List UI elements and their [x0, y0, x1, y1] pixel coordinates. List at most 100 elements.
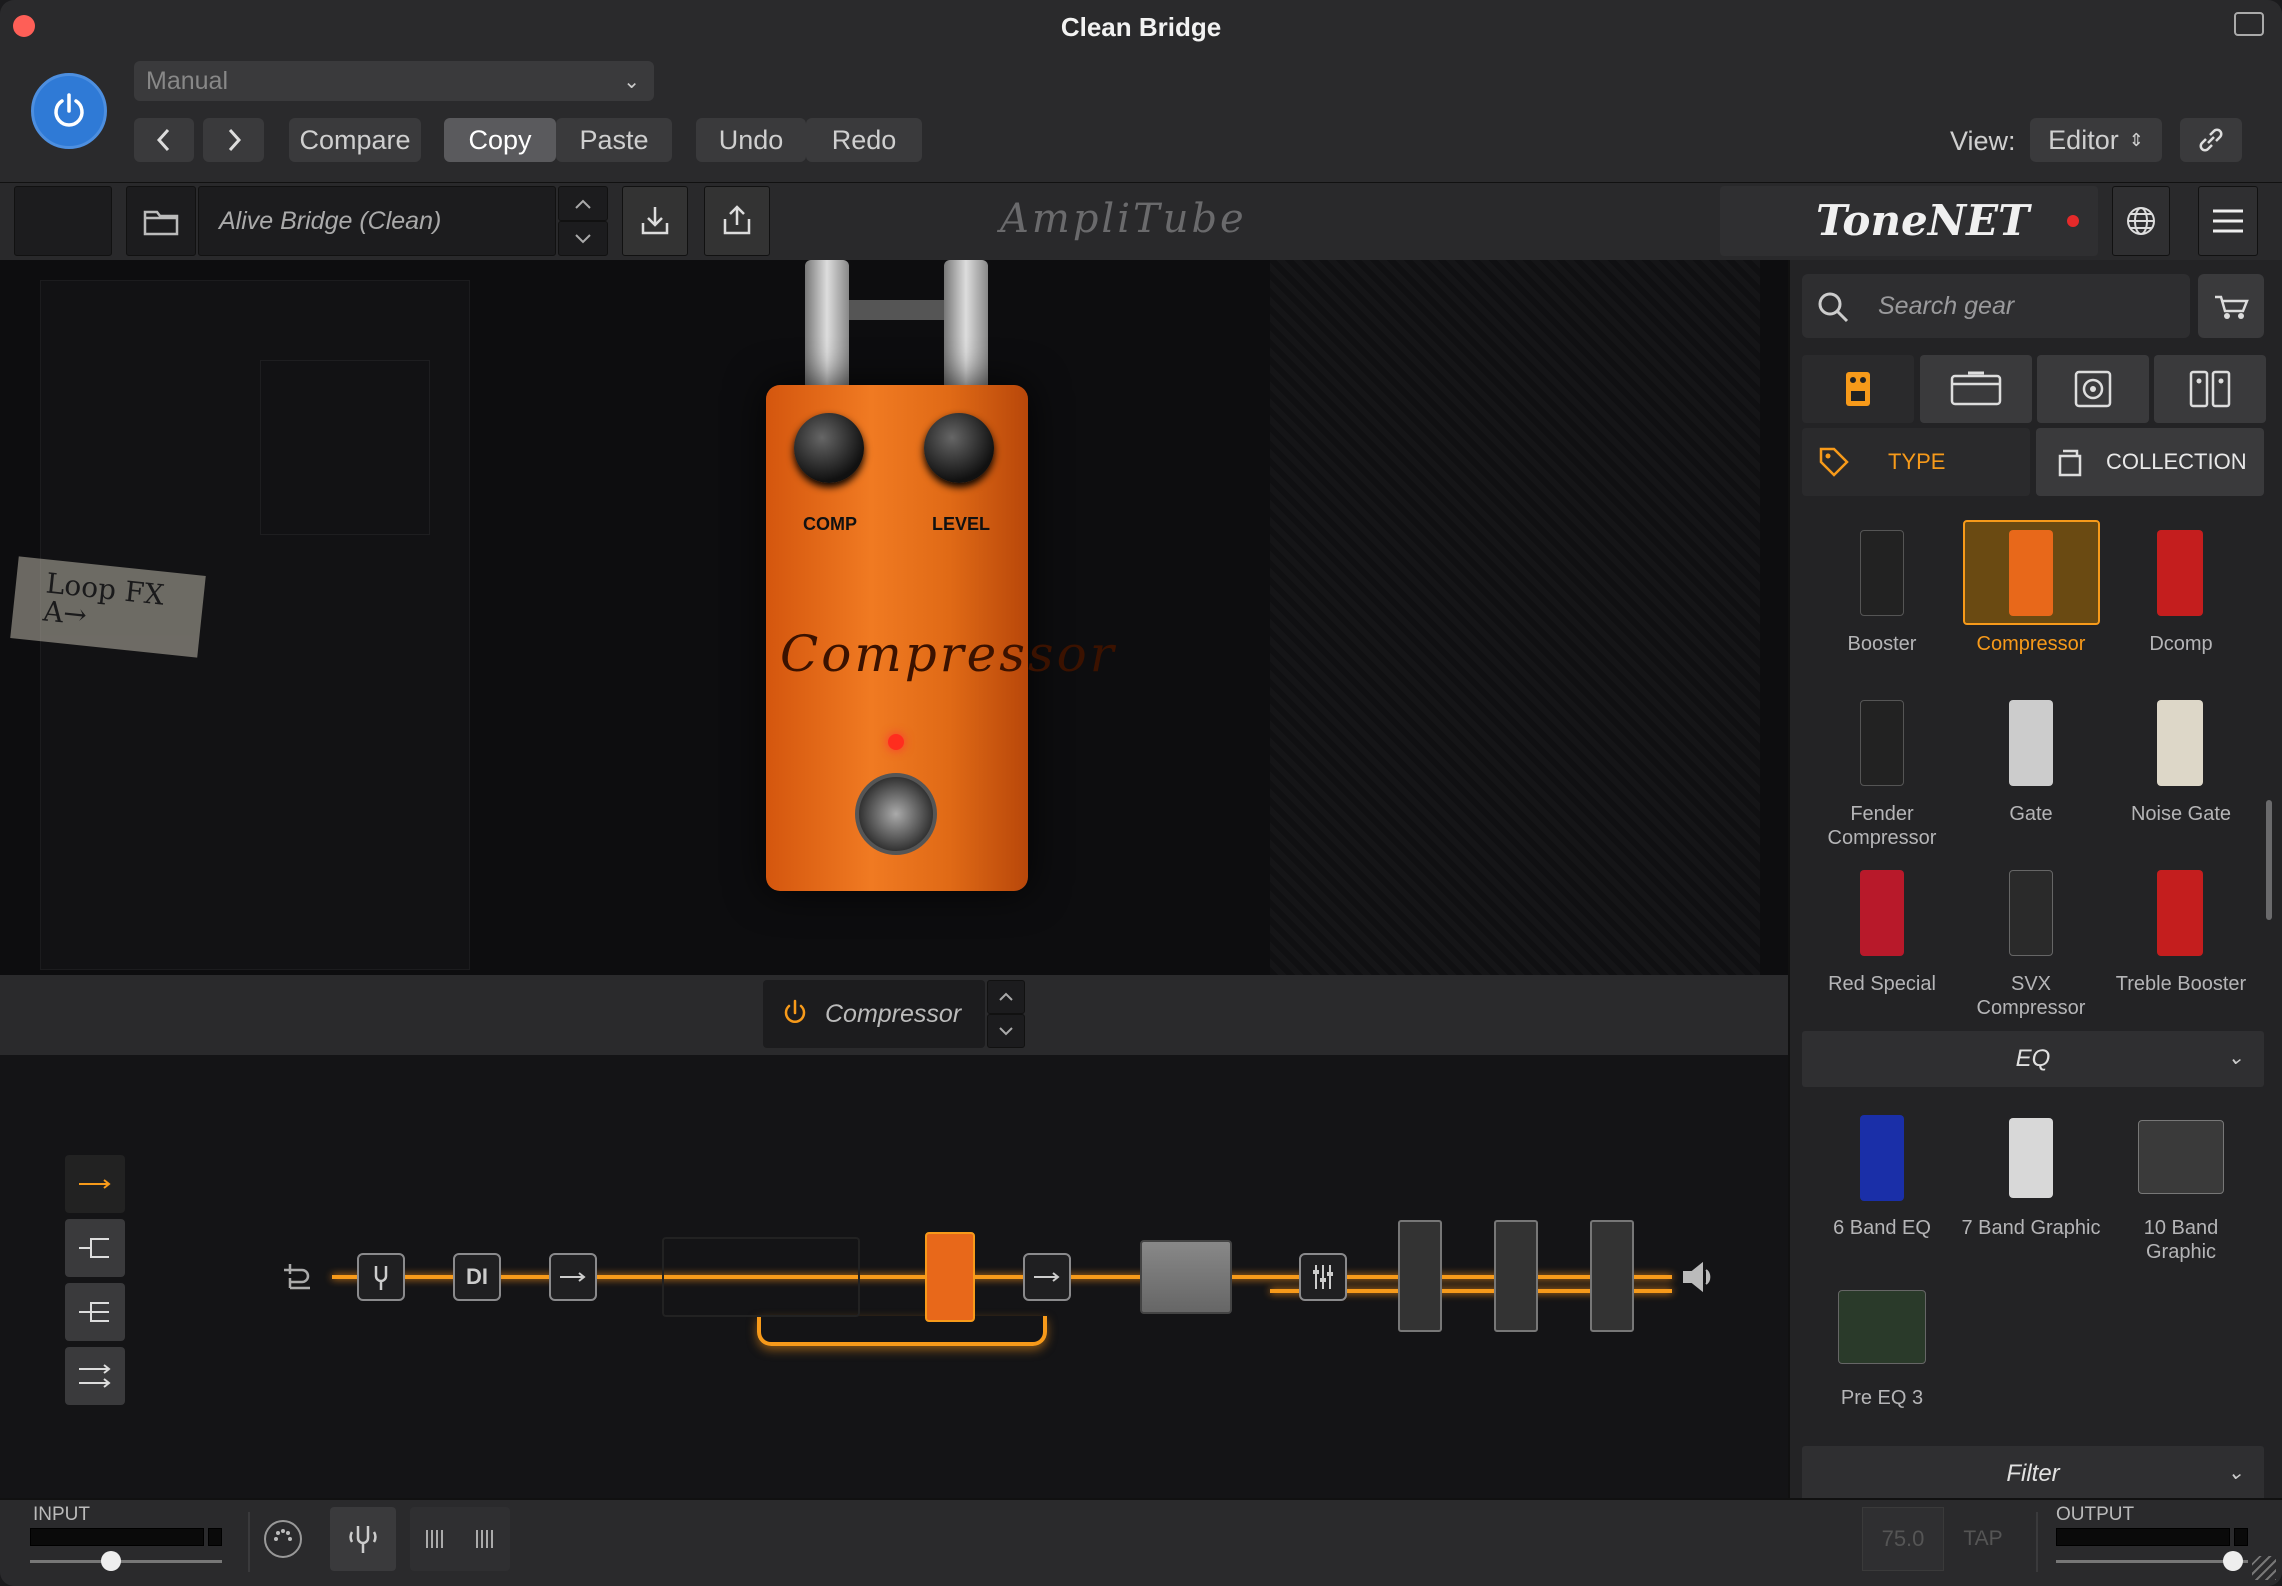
- share-preset-button[interactable]: [704, 186, 770, 256]
- pre-eq-3-thumb[interactable]: [1838, 1290, 1926, 1364]
- svx-compressor-thumb[interactable]: [2009, 870, 2053, 956]
- gear-item-booster[interactable]: Booster: [1807, 632, 1957, 656]
- output-slider-track[interactable]: [2056, 1560, 2248, 1563]
- gear-item-svx-compressor[interactable]: SVX Compressor: [1956, 972, 2106, 1020]
- treble-booster-thumb[interactable]: [2157, 870, 2203, 956]
- paste-button[interactable]: Paste: [556, 118, 672, 162]
- routing-mode-parallel[interactable]: [65, 1347, 125, 1405]
- output-meter: [2056, 1528, 2230, 1546]
- booster-thumb[interactable]: [1860, 530, 1904, 616]
- section-eq-header[interactable]: EQ ⌄: [1802, 1031, 2264, 1087]
- undo-button[interactable]: Undo: [696, 118, 806, 162]
- di-node[interactable]: DI: [453, 1253, 501, 1301]
- compressor-thumb[interactable]: [2009, 530, 2053, 616]
- link-button[interactable]: [2180, 118, 2242, 162]
- plugin-power-button[interactable]: [31, 73, 107, 149]
- preset-down-button[interactable]: [558, 221, 608, 256]
- copy-button[interactable]: Copy: [444, 118, 556, 162]
- gear-search-input[interactable]: Search gear: [1802, 274, 2190, 338]
- compare-button[interactable]: Compare: [289, 118, 421, 162]
- gear-item-noise-gate[interactable]: Noise Gate: [2106, 802, 2256, 826]
- midi-button[interactable]: [264, 1520, 302, 1558]
- preset-up-button[interactable]: [558, 186, 608, 221]
- host-preset-select[interactable]: Manual ⌄: [134, 61, 654, 101]
- globe-button[interactable]: [2112, 186, 2170, 256]
- slot-power-button[interactable]: [780, 998, 810, 1033]
- chevron-down-icon: ⌄: [2227, 1047, 2244, 1069]
- next-preset-button[interactable]: [203, 118, 264, 162]
- prev-preset-button[interactable]: [134, 118, 194, 162]
- cabinet-thumbnail[interactable]: [1140, 1240, 1232, 1314]
- category-amps-tab[interactable]: [1920, 355, 2032, 423]
- gear-item-6-band-eq[interactable]: 6 Band EQ: [1807, 1216, 1957, 1240]
- preset-folder-button[interactable]: [126, 186, 196, 256]
- gear-item-fender-compressor[interactable]: Fender Compressor: [1807, 802, 1957, 850]
- dcomp-thumb[interactable]: [2157, 530, 2203, 616]
- tap-tempo-button[interactable]: TAP: [1947, 1507, 2019, 1571]
- output-slider-thumb[interactable]: [2222, 1551, 2243, 1571]
- category-rack-tab[interactable]: [2154, 355, 2266, 423]
- preset-thumbnail[interactable]: [14, 186, 112, 256]
- input-slider-thumb[interactable]: [100, 1551, 121, 1571]
- chevron-up-icon: [999, 992, 1013, 1001]
- gear-item-gate[interactable]: Gate: [1956, 802, 2106, 826]
- comp-knob[interactable]: [794, 413, 864, 483]
- section-filter-label: Filter: [2006, 1460, 2060, 1487]
- save-preset-button[interactable]: [622, 186, 688, 256]
- resize-grip[interactable]: [2252, 1556, 2276, 1580]
- empty-stomp-slot-a[interactable]: [549, 1253, 597, 1301]
- gear-item-dcomp[interactable]: Dcomp: [2106, 632, 2256, 656]
- tonenet-logo[interactable]: ToneNET: [1816, 196, 2029, 245]
- slot-down-button[interactable]: [987, 1014, 1025, 1048]
- power-icon: [54, 93, 84, 127]
- amp-icon: [1950, 371, 2002, 406]
- category-cabs-tab[interactable]: [2037, 355, 2149, 423]
- redo-button[interactable]: Redo: [806, 118, 922, 162]
- gear-item-treble-booster[interactable]: Treble Booster: [2106, 972, 2256, 996]
- tuner-node[interactable]: [357, 1253, 405, 1301]
- amp-thumbnail[interactable]: [662, 1237, 860, 1317]
- 10-band-graphic-thumb[interactable]: [2138, 1120, 2224, 1194]
- gear-item-pre-eq-3[interactable]: Pre EQ 3: [1807, 1386, 1957, 1410]
- input-label: INPUT: [33, 1504, 90, 1525]
- gear-item-compressor[interactable]: Compressor: [1956, 632, 2106, 656]
- preset-name-field[interactable]: Alive Bridge (Clean): [198, 186, 556, 256]
- view-select[interactable]: Editor ⇕: [2030, 118, 2162, 162]
- gear-item-10-band-graphic[interactable]: 10 Band Graphic: [2106, 1216, 2256, 1264]
- gear-item-7-band-graphic[interactable]: 7 Band Graphic: [1956, 1216, 2106, 1240]
- section-filter-header[interactable]: Filter ⌄: [1802, 1446, 2264, 1502]
- 6-band-eq-thumb[interactable]: [1860, 1115, 1904, 1201]
- pedal-footswitch[interactable]: [855, 773, 937, 855]
- slot-up-button[interactable]: [987, 980, 1025, 1014]
- meter-bars-icon: [476, 1530, 493, 1548]
- fender-compressor-thumb[interactable]: [1860, 700, 1904, 786]
- section-eq-label: EQ: [2015, 1045, 2051, 1072]
- tempo-field[interactable]: 75.0: [1862, 1507, 1944, 1571]
- gear-item-red-special[interactable]: Red Special: [1807, 972, 1957, 996]
- red-special-thumb[interactable]: [1860, 870, 1904, 956]
- tuner-button[interactable]: [330, 1507, 396, 1571]
- looper-button[interactable]: [410, 1507, 510, 1571]
- routing-mode-series[interactable]: [65, 1155, 125, 1213]
- tuning-fork-icon: [374, 1266, 388, 1290]
- level-knob[interactable]: [924, 413, 994, 483]
- main-menu-button[interactable]: [2198, 186, 2258, 256]
- collection-icon: [2054, 446, 2086, 483]
- expand-window-icon[interactable]: [2234, 12, 2264, 36]
- routing-mode-split-b[interactable]: [65, 1283, 125, 1341]
- mixer-node[interactable]: [1299, 1253, 1347, 1301]
- arrow-right-icon: [79, 1179, 111, 1189]
- gear-selector-button[interactable]: [2198, 274, 2264, 338]
- category-stomps-tab[interactable]: [1802, 355, 1914, 423]
- empty-stomp-slot-b[interactable]: [1023, 1253, 1071, 1301]
- rack-effect-slot-3[interactable]: [1590, 1220, 1634, 1332]
- rack-effect-slot-1[interactable]: [1398, 1220, 1442, 1332]
- routing-mode-split-a[interactable]: [65, 1219, 125, 1277]
- rack-effect-slot-2[interactable]: [1494, 1220, 1538, 1332]
- input-slider-track[interactable]: [30, 1560, 222, 1563]
- noise-gate-thumb[interactable]: [2157, 700, 2203, 786]
- gate-thumb[interactable]: [2009, 700, 2053, 786]
- 7-band-graphic-thumb[interactable]: [2009, 1118, 2053, 1198]
- compressor-chain-slot[interactable]: [925, 1232, 975, 1322]
- browser-scrollbar[interactable]: [2266, 800, 2272, 920]
